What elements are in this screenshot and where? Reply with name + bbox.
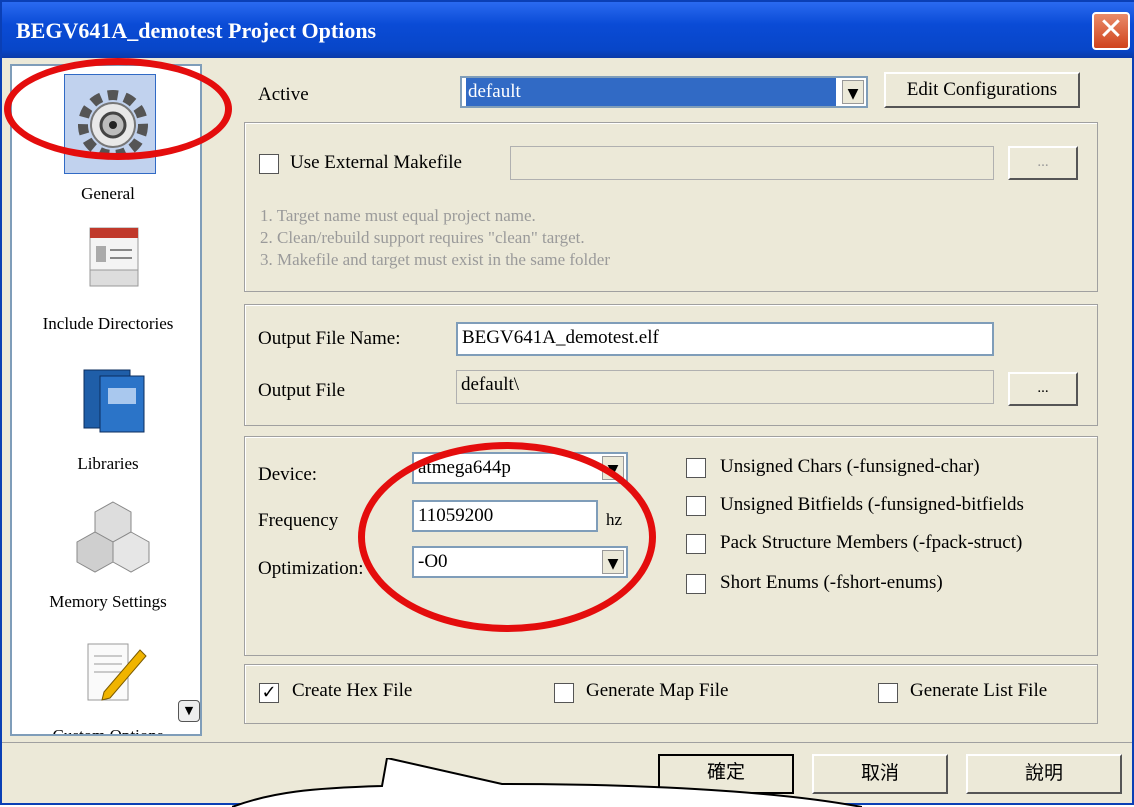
sidebar-scroll-down-button[interactable]: ▼ bbox=[178, 700, 200, 722]
generate-list-file-checkbox[interactable] bbox=[878, 683, 898, 703]
makefile-path-field bbox=[510, 146, 994, 180]
makefile-note-3: 3. Makefile and target must exist in the… bbox=[260, 250, 610, 269]
makefile-note-2: 2. Clean/rebuild support requires "clean… bbox=[260, 228, 585, 247]
window-title: BEGV641A_demotest Project Options bbox=[16, 18, 377, 43]
pack-structure-label: Pack Structure Members (-fpack-struct) bbox=[720, 532, 1023, 553]
active-label: Active bbox=[258, 84, 309, 105]
unsigned-chars-label: Unsigned Chars (-funsigned-char) bbox=[720, 456, 980, 477]
active-config-value: default bbox=[466, 78, 836, 106]
output-file-label: Output File bbox=[258, 380, 346, 401]
makefile-note-1: 1. Target name must equal project name. bbox=[260, 206, 536, 225]
device-label: Device: bbox=[258, 464, 318, 485]
generate-map-file-checkbox[interactable] bbox=[554, 683, 574, 703]
unsigned-chars-checkbox[interactable] bbox=[686, 458, 706, 478]
sidebar-item-label: Include Directories bbox=[42, 314, 174, 333]
active-config-select[interactable]: default ▼ bbox=[460, 76, 868, 108]
pack-structure-checkbox[interactable] bbox=[686, 534, 706, 554]
unsigned-bitfields-label: Unsigned Bitfields (-funsigned-bitfields bbox=[720, 494, 1024, 515]
generate-map-file-label: Generate Map File bbox=[586, 680, 729, 701]
use-external-makefile-label: Use External Makefile bbox=[290, 152, 462, 173]
cubes-icon bbox=[76, 501, 150, 573]
short-enums-checkbox[interactable] bbox=[686, 574, 706, 594]
short-enums-label: Short Enums (-fshort-enums) bbox=[720, 572, 943, 593]
create-hex-file-checkbox[interactable]: ✓ bbox=[259, 683, 279, 703]
notepad-pencil-icon bbox=[87, 643, 147, 701]
frequency-label: Frequency bbox=[258, 510, 339, 531]
sidebar-item-custom-options[interactable]: Custom Options bbox=[16, 638, 200, 736]
sidebar-item-label: General bbox=[81, 184, 135, 203]
sidebar-item-label: Memory Settings bbox=[49, 592, 167, 611]
annotation-circle-general bbox=[4, 58, 232, 160]
sidebar-item-libraries[interactable]: Libraries bbox=[16, 362, 200, 482]
sidebar-item-label: Libraries bbox=[77, 454, 139, 473]
annotation-circle-device bbox=[358, 442, 656, 632]
chevron-down-icon[interactable]: ▼ bbox=[842, 80, 864, 104]
title-bar[interactable]: BEGV641A_demotest Project Options ✕ bbox=[2, 2, 1134, 58]
use-external-makefile-checkbox[interactable] bbox=[259, 154, 279, 174]
help-button[interactable]: 說明 bbox=[966, 754, 1122, 794]
sidebar-item-label: Custom Options bbox=[52, 726, 164, 736]
output-file-name-label: Output File Name: bbox=[258, 328, 401, 349]
category-sidebar: General Include Directories Libraries Me… bbox=[10, 64, 202, 736]
output-browse-button[interactable]: ... bbox=[1008, 372, 1078, 406]
callout-bubble bbox=[232, 758, 862, 807]
output-file-field: default\ bbox=[456, 370, 994, 404]
edit-configurations-button[interactable]: Edit Configurations bbox=[884, 72, 1080, 108]
generate-list-file-label: Generate List File bbox=[910, 680, 1048, 701]
folder-list-icon bbox=[89, 227, 139, 287]
books-icon bbox=[83, 369, 145, 433]
output-file-name-input[interactable]: BEGV641A_demotest.elf bbox=[456, 322, 994, 356]
unsigned-bitfields-checkbox[interactable] bbox=[686, 496, 706, 516]
sidebar-item-memory-settings[interactable]: Memory Settings bbox=[16, 498, 200, 618]
optimization-label: Optimization: bbox=[258, 558, 364, 579]
create-hex-file-label: Create Hex File bbox=[292, 680, 413, 701]
project-options-window: BEGV641A_demotest Project Options ✕ Gene… bbox=[0, 0, 1134, 807]
makefile-browse-button: ... bbox=[1008, 146, 1078, 180]
close-button[interactable]: ✕ bbox=[1092, 12, 1130, 50]
sidebar-item-include-directories[interactable]: Include Directories bbox=[16, 226, 200, 346]
footer-divider bbox=[2, 742, 1132, 743]
